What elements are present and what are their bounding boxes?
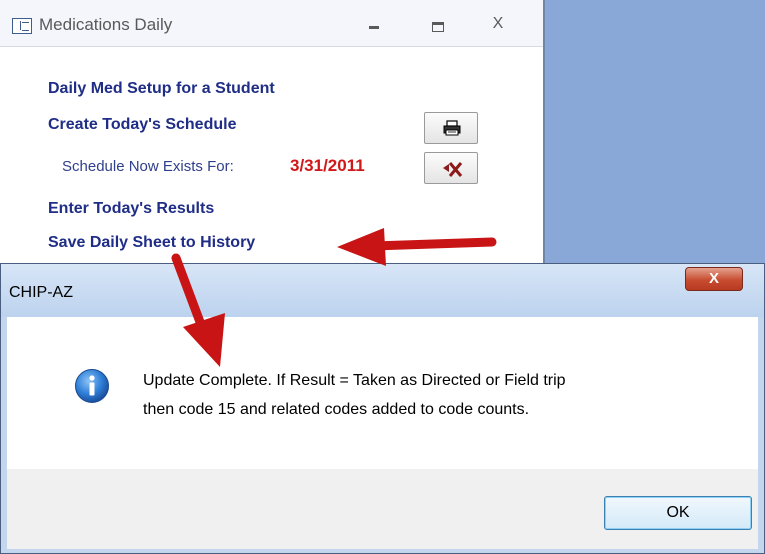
arrow-to-save-history	[337, 228, 497, 266]
annotation-arrows	[171, 228, 497, 367]
arrow-to-dialog-message	[171, 253, 225, 367]
